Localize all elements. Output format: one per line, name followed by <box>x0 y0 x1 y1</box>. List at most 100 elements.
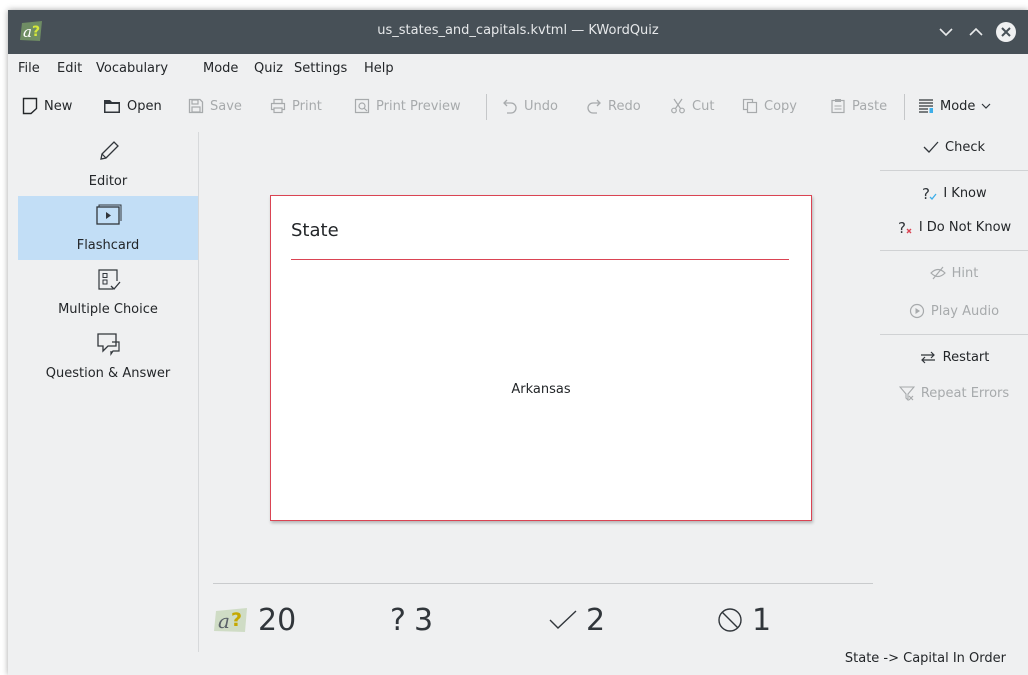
card-title: State <box>291 220 339 241</box>
mode-icon <box>919 99 933 113</box>
check-button[interactable]: Check <box>880 132 1028 162</box>
menu-file[interactable]: File <box>18 61 40 76</box>
restart-button[interactable]: Restart <box>880 342 1028 372</box>
sidebar-item-multiple-choice[interactable]: Multiple Choice <box>18 260 198 324</box>
new-document-icon <box>22 97 38 115</box>
question-mark-icon: ? <box>390 602 406 638</box>
close-icon[interactable] <box>994 20 1018 44</box>
minimize-icon[interactable] <box>934 20 958 44</box>
play-audio-label: Play Audio <box>930 303 1000 319</box>
redo-button[interactable]: Redo <box>586 90 641 122</box>
sidebar-item-editor[interactable]: Editor <box>18 132 198 196</box>
copy-label: Copy <box>764 98 797 114</box>
flashcard-icon <box>96 204 122 225</box>
i-do-not-know-label: I Do Not Know <box>918 219 1012 235</box>
menu-help[interactable]: Help <box>364 61 394 76</box>
new-label: New <box>44 98 73 114</box>
copy-icon <box>742 98 758 114</box>
i-know-button[interactable]: ? I Know <box>880 178 1028 208</box>
kwordquiz-icon: a ? <box>214 608 247 633</box>
menu-edit[interactable]: Edit <box>57 61 82 76</box>
window-title: us_states_and_capitals.kvtml — KWordQuiz <box>377 23 659 38</box>
app-window: a ? us_states_and_capitals.kvtml — KWord… <box>8 10 1028 675</box>
redo-label: Redo <box>608 98 641 114</box>
multiple-choice-icon <box>98 269 121 290</box>
sidebar-item-label: Editor <box>88 174 128 189</box>
hint-icon <box>929 266 946 280</box>
checkmark-icon <box>549 610 577 629</box>
printer-icon <box>270 98 286 114</box>
score-skipped-value: 1 <box>752 602 772 638</box>
sidebar-divider <box>198 132 199 652</box>
mode-dropdown-button[interactable]: Mode <box>918 90 991 122</box>
play-audio-button[interactable]: Play Audio <box>880 296 1028 326</box>
know-icon: ? <box>922 185 937 201</box>
print-preview-icon <box>354 98 370 114</box>
flashcard[interactable]: State Arkansas <box>270 195 812 521</box>
svg-text:a: a <box>218 609 230 633</box>
toolbar-separator <box>904 94 905 120</box>
panel-separator <box>880 334 1028 335</box>
svg-text:?: ? <box>231 609 242 631</box>
cut-button[interactable]: Cut <box>670 90 714 122</box>
repeat-errors-button[interactable]: Repeat Errors <box>880 378 1028 408</box>
toolbar-separator <box>486 94 487 120</box>
hint-button[interactable]: Hint <box>880 258 1028 288</box>
print-label: Print <box>292 98 322 114</box>
sidebar-item-question-answer[interactable]: Question & Answer <box>18 324 198 388</box>
panel-separator <box>880 250 1028 251</box>
title-bar: a ? us_states_and_capitals.kvtml — KWord… <box>8 10 1028 54</box>
maximize-icon[interactable] <box>964 20 988 44</box>
copy-button[interactable]: Copy <box>742 90 797 122</box>
filter-errors-icon <box>898 386 915 401</box>
sidebar-item-label: Question & Answer <box>45 366 171 381</box>
save-label: Save <box>210 98 242 114</box>
question-answer-icon <box>97 333 120 356</box>
paste-label: Paste <box>852 98 888 114</box>
paste-button[interactable]: Paste <box>830 90 887 122</box>
chevron-down-icon <box>981 103 991 109</box>
undo-icon <box>503 99 517 114</box>
score-total: a ? 20 <box>214 600 296 640</box>
sidebar-item-flashcard[interactable]: Flashcard <box>18 196 198 260</box>
menu-quiz[interactable]: Quiz <box>254 61 283 76</box>
open-label: Open <box>127 98 162 114</box>
cut-label: Cut <box>692 98 715 114</box>
status-bar-text: State -> Capital In Order <box>844 651 1006 666</box>
score-correct-value: 2 <box>586 602 606 638</box>
score-correct: 2 <box>548 600 605 640</box>
check-label: Check <box>945 139 985 155</box>
score-total-value: 20 <box>258 602 297 638</box>
score-wrong-value: 3 <box>413 602 434 638</box>
sidebar-item-label: Flashcard <box>76 238 140 253</box>
cancel-icon <box>718 608 742 632</box>
repeat-errors-label: Repeat Errors <box>920 385 1010 401</box>
hint-label: Hint <box>951 265 979 281</box>
menu-settings[interactable]: Settings <box>294 61 347 76</box>
print-button[interactable]: Print <box>270 90 322 122</box>
scissors-icon <box>671 98 685 114</box>
restart-icon <box>920 351 935 364</box>
pencil-icon <box>100 141 119 160</box>
mode-label: Mode <box>940 98 976 114</box>
sidebar-item-label: Multiple Choice <box>58 302 158 317</box>
print-preview-button[interactable]: Print Preview <box>354 90 461 122</box>
dont-know-icon: ? <box>898 219 912 235</box>
undo-label: Undo <box>524 98 558 114</box>
open-button[interactable]: Open <box>103 90 162 122</box>
i-do-not-know-button[interactable]: ? I Do Not Know <box>880 212 1028 242</box>
svg-text:?: ? <box>898 219 906 235</box>
panel-separator <box>880 170 1028 171</box>
i-know-label: I Know <box>943 185 987 201</box>
undo-button[interactable]: Undo <box>502 90 558 122</box>
action-panel: Check ? I Know ? I Do Not Know Hint Play… <box>880 132 1028 432</box>
menu-vocabulary[interactable]: Vocabulary <box>96 61 168 76</box>
folder-icon <box>104 100 120 113</box>
save-icon <box>188 98 204 114</box>
redo-icon <box>587 99 601 114</box>
play-icon <box>909 303 924 319</box>
save-button[interactable]: Save <box>188 90 242 122</box>
menu-mode[interactable]: Mode <box>203 61 238 76</box>
new-button[interactable]: New <box>22 90 72 122</box>
restart-label: Restart <box>942 349 990 365</box>
